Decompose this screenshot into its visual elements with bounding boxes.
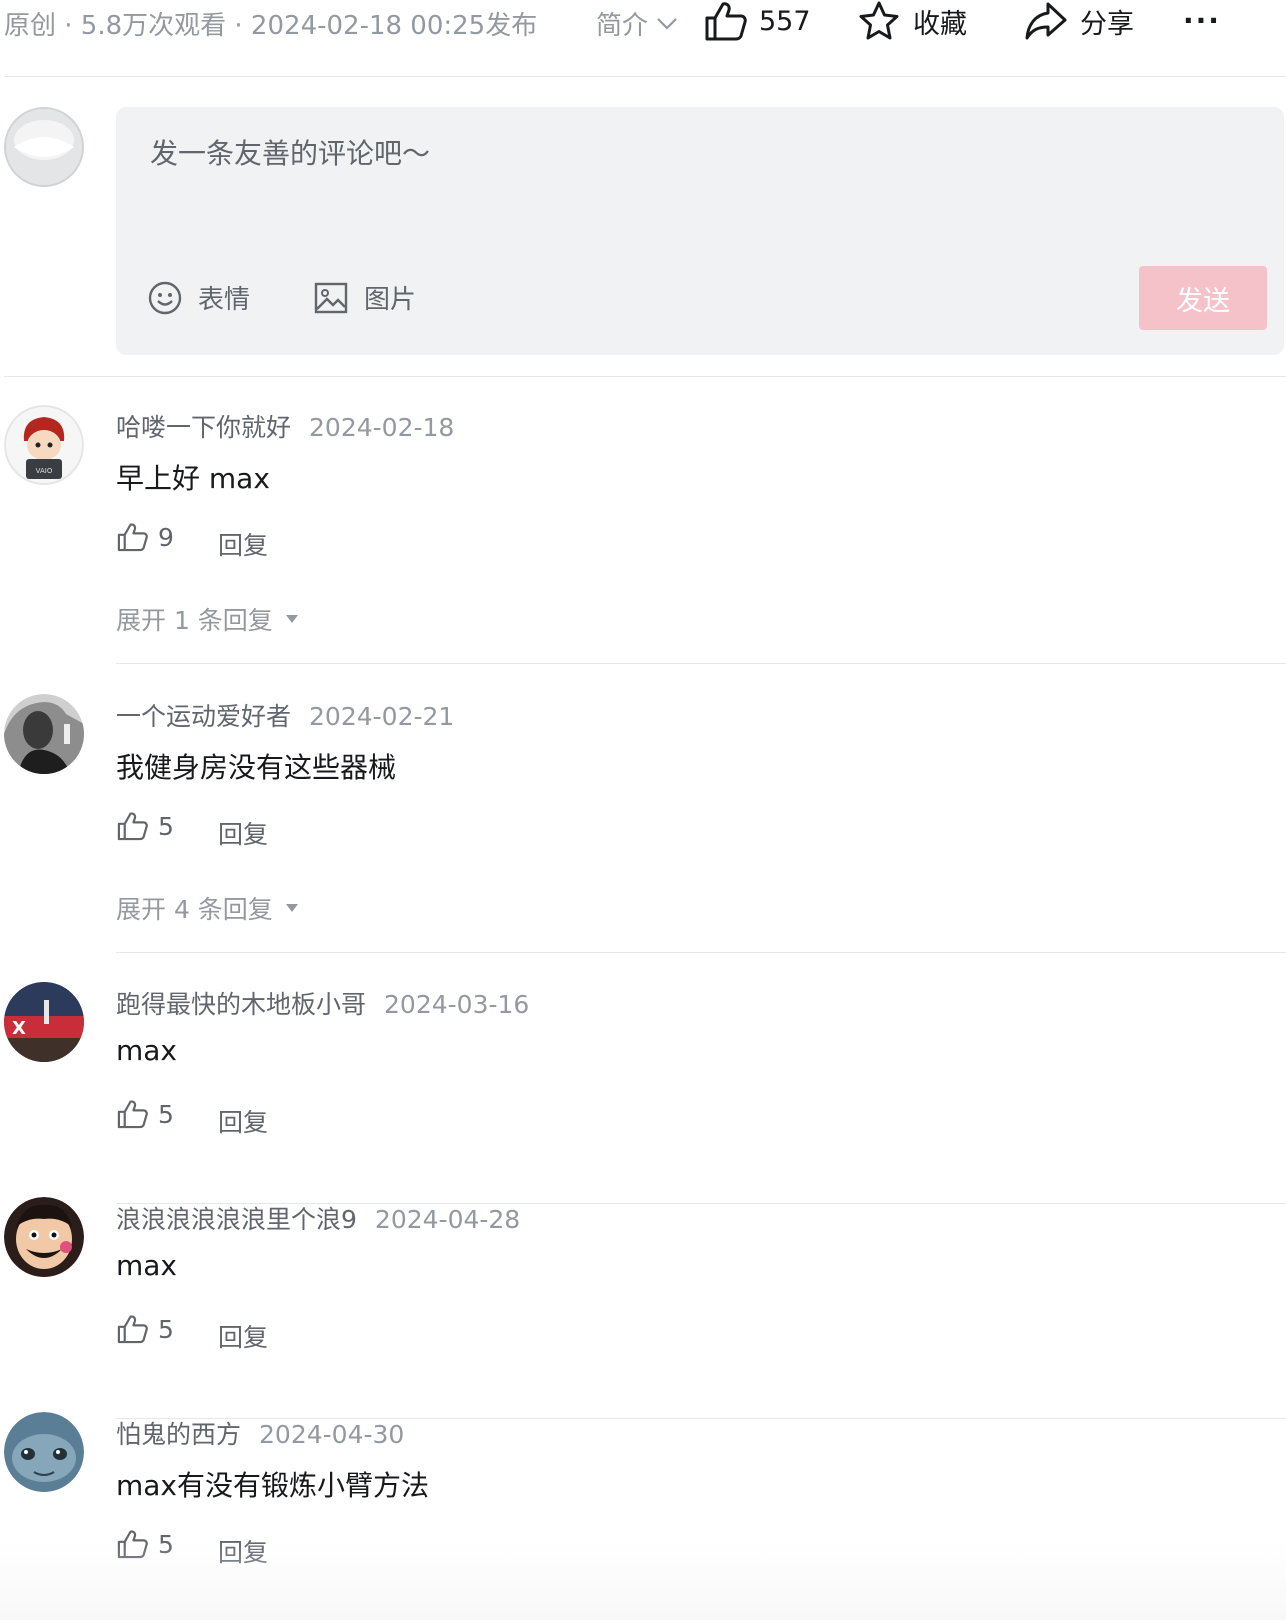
comment-header: 跑得最快的木地板小哥 2024-03-16	[116, 985, 529, 1021]
svg-text:X: X	[12, 1018, 26, 1039]
like-button[interactable]: 557	[703, 0, 811, 42]
thumbs-up-icon	[705, 2, 747, 41]
comment-header: 一个运动爱好者 2024-02-21	[116, 697, 454, 733]
comment-date: 2024-02-18	[309, 413, 455, 442]
comment-like-count: 5	[158, 1529, 174, 1559]
comment-date: 2024-04-30	[259, 1420, 405, 1449]
expand-replies-label: 展开 4 条回复	[116, 895, 273, 924]
comment-editor: 表情 图片 发送	[116, 107, 1284, 355]
avatar[interactable]	[4, 694, 84, 774]
comment-username[interactable]: 怕鬼的西方	[116, 1415, 241, 1451]
expand-replies-label: 展开 1 条回复	[116, 606, 273, 635]
emoji-button[interactable]: 表情	[148, 279, 250, 316]
comment-reply-button[interactable]: 回复	[218, 526, 268, 562]
favorite-button[interactable]: 收藏	[857, 0, 967, 42]
avatar[interactable]: VAIO	[4, 405, 84, 485]
comment-reply-button[interactable]: 回复	[218, 1103, 268, 1139]
video-meta: 原创 · 5.8万次观看 · 2024-02-18 00:25发布	[4, 11, 538, 41]
comment-reply-button[interactable]: 回复	[218, 1318, 268, 1354]
image-icon	[314, 282, 348, 313]
intro-label: 简介	[596, 11, 649, 41]
comment-username[interactable]: 跑得最快的木地板小哥	[116, 985, 366, 1021]
thumbs-up-icon	[117, 1315, 148, 1344]
expand-replies-button[interactable]: 展开 1 条回复	[116, 601, 299, 637]
caret-down-icon	[285, 615, 298, 623]
bottom-fade	[0, 1540, 1286, 1620]
like-count: 557	[759, 5, 811, 37]
comment-like-button[interactable]: 5	[116, 1098, 174, 1130]
comment-date: 2024-04-28	[374, 1205, 521, 1234]
chevron-down-icon	[657, 17, 677, 30]
thumbs-up-icon	[117, 812, 148, 841]
favorite-label: 收藏	[913, 8, 967, 40]
intro-toggle[interactable]: 简介	[596, 5, 678, 42]
comment-username[interactable]: 一个运动爱好者	[116, 697, 291, 733]
comment-reply-button[interactable]: 回复	[218, 815, 268, 851]
caret-down-icon	[285, 904, 298, 912]
comment-like-count: 5	[158, 811, 174, 841]
send-button[interactable]: 发送	[1139, 266, 1267, 330]
comment-like-count: 5	[158, 1314, 174, 1344]
header-divider	[4, 76, 1286, 77]
comment-header: 怕鬼的西方 2024-04-30	[116, 1415, 404, 1451]
comment-text: max	[116, 1249, 178, 1282]
comment-date: 2024-03-16	[384, 990, 530, 1019]
image-button[interactable]: 图片	[314, 279, 416, 316]
share-button[interactable]: 分享	[1024, 0, 1134, 42]
emoji-label: 表情	[198, 285, 251, 315]
comment-like-button[interactable]: 9	[116, 521, 174, 553]
editor-divider	[4, 376, 1286, 377]
comment-text: max有没有锻炼小臂方法	[116, 1469, 430, 1502]
comment-header: 浪浪浪浪浪浪里个浪9 2024-04-28	[116, 1200, 520, 1236]
avatar[interactable]: X	[4, 982, 84, 1062]
comment-input[interactable]	[150, 137, 1150, 170]
comment-text: 早上好 max	[116, 462, 270, 495]
thumbs-up-icon	[117, 1530, 148, 1559]
comment-username[interactable]: 浪浪浪浪浪浪里个浪9	[116, 1200, 357, 1236]
avatar[interactable]	[4, 1412, 84, 1492]
avatar[interactable]	[4, 1197, 84, 1277]
expand-replies-button[interactable]: 展开 4 条回复	[116, 890, 299, 926]
svg-text:VAIO: VAIO	[36, 467, 53, 475]
comment-divider	[116, 952, 1286, 953]
star-icon	[859, 1, 899, 40]
share-icon	[1025, 2, 1067, 40]
thumbs-up-icon	[117, 523, 148, 552]
comment-header: 哈喽一下你就好 2024-02-18	[116, 408, 454, 444]
comment-like-button[interactable]: 5	[116, 810, 174, 842]
emoji-icon	[148, 281, 182, 314]
share-label: 分享	[1080, 8, 1134, 40]
comment-like-button[interactable]: 5	[116, 1313, 174, 1345]
current-user-avatar	[4, 107, 84, 187]
comment-text: 我健身房没有这些器械	[116, 751, 397, 784]
more-button[interactable]: ···	[1183, 4, 1221, 37]
thumbs-up-icon	[117, 1100, 148, 1129]
comment-like-count: 5	[158, 1099, 174, 1129]
comment-reply-button[interactable]: 回复	[218, 1533, 268, 1569]
comment-divider	[116, 663, 1286, 664]
comment-like-button[interactable]: 5	[116, 1528, 174, 1560]
comment-date: 2024-02-21	[309, 702, 455, 731]
video-toolbar: 原创 · 5.8万次观看 · 2024-02-18 00:25发布 简介 557…	[0, 0, 1286, 44]
image-label: 图片	[364, 285, 417, 315]
comment-text: max	[116, 1034, 178, 1067]
comment-like-count: 9	[158, 522, 174, 552]
comment-username[interactable]: 哈喽一下你就好	[116, 408, 291, 444]
